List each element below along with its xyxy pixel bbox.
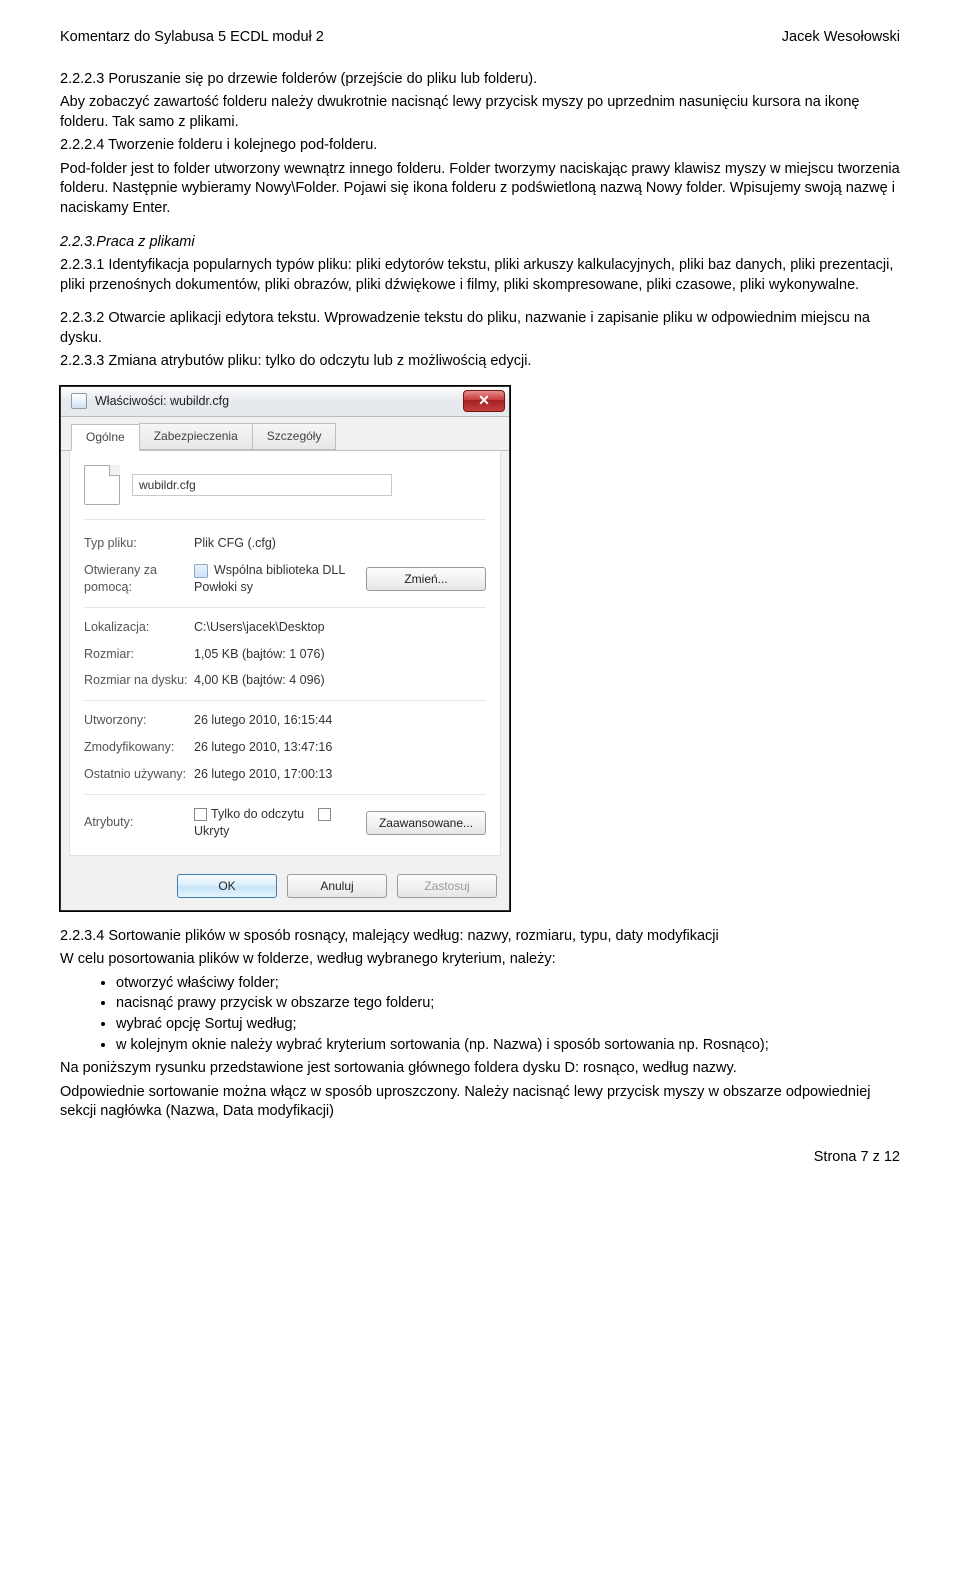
paragraph: 2.2.2.4 Tworzenie folderu i kolejnego po… [60,136,900,156]
value-size: 1,05 KB (bajtów: 1 076) [194,646,486,663]
label-location: Lokalizacja: [84,619,194,636]
advanced-button[interactable]: Zaawansowane... [366,811,486,835]
label-accessed: Ostatnio używany: [84,766,194,783]
attribute-checkboxes: Tylko do odczytu Ukryty [194,806,366,840]
label-created: Utworzony: [84,712,194,729]
value-location: C:\Users\jacek\Desktop [194,619,486,636]
list-item: wybrać opcję Sortuj według; [116,1015,900,1035]
close-button[interactable]: ✕ [463,390,505,412]
dialog-titlebar[interactable]: Właściwości: wubildr.cfg ✕ [61,387,509,417]
page-footer: Strona 7 z 12 [60,1148,900,1168]
list-item: otworzyć właściwy folder; [116,974,900,994]
label-attributes: Atrybuty: [84,814,194,831]
value-size-on-disk: 4,00 KB (bajtów: 4 096) [194,672,486,689]
ok-button[interactable]: OK [177,874,277,898]
tab-strip: Ogólne Zabezpieczenia Szczegóły [61,417,509,451]
paragraph: Na poniższym rysunku przedstawione jest … [60,1059,900,1079]
page-header: Komentarz do Sylabusa 5 ECDL moduł 2 Jac… [60,28,900,48]
filename-input[interactable] [132,474,392,496]
tab-details[interactable]: Szczegóły [252,423,337,450]
paragraph: W celu posortowania plików w folderze, w… [60,950,900,970]
dialog-footer: OK Anuluj Zastosuj [61,864,509,910]
paragraph: 2.2.3.4 Sortowanie plików w sposób rosną… [60,927,900,947]
bullet-list: otworzyć właściwy folder; nacisnąć prawy… [60,974,900,1055]
list-item: w kolejnym oknie należy wybrać kryterium… [116,1036,900,1056]
file-icon [84,465,120,505]
app-icon [194,564,208,578]
label-type: Typ pliku: [84,535,194,552]
close-icon: ✕ [478,391,490,410]
value-type: Plik CFG (.cfg) [194,535,486,552]
checkbox-readonly-label: Tylko do odczytu [211,807,304,821]
doc-author: Jacek Wesołowski [782,28,900,48]
tab-security[interactable]: Zabezpieczenia [139,423,253,450]
value-modified: 26 lutego 2010, 13:47:16 [194,739,486,756]
paragraph: 2.2.3.3 Zmiana atrybutów pliku: tylko do… [60,352,900,372]
change-button[interactable]: Zmień... [366,567,486,591]
label-modified: Zmodyfikowany: [84,739,194,756]
value-created: 26 lutego 2010, 16:15:44 [194,712,486,729]
tab-general[interactable]: Ogólne [71,424,140,451]
paragraph: 2.2.3.2 Otwarcie aplikacji edytora tekst… [60,309,900,348]
dialog-body: Typ pliku: Plik CFG (.cfg) Otwierany za … [69,451,501,856]
paragraph: Odpowiednie sortowanie można włącz w spo… [60,1083,900,1122]
paragraph: 2.2.3.1 Identyfikacja popularnych typów … [60,256,900,295]
cancel-button[interactable]: Anuluj [287,874,387,898]
checkbox-readonly[interactable] [194,808,207,821]
paragraph: Pod-folder jest to folder utworzony wewn… [60,160,900,219]
label-size-on-disk: Rozmiar na dysku: [84,672,194,689]
section-heading: 2.2.3.Praca z plikami [60,233,900,253]
list-item: nacisnąć prawy przycisk w obszarze tego … [116,994,900,1014]
value-opens-with: Wspólna biblioteka DLL Powłoki sy [194,562,366,596]
paragraph: Aby zobaczyć zawartość folderu należy dw… [60,93,900,132]
value-accessed: 26 lutego 2010, 17:00:13 [194,766,486,783]
checkbox-hidden-label: Ukryty [194,824,229,838]
apply-button[interactable]: Zastosuj [397,874,497,898]
label-opens-with: Otwierany za pomocą: [84,562,194,596]
paragraph: 2.2.2.3 Poruszanie się po drzewie folder… [60,70,900,90]
doc-title: Komentarz do Sylabusa 5 ECDL moduł 2 [60,28,324,48]
properties-dialog: Właściwości: wubildr.cfg ✕ Ogólne Zabezp… [60,386,510,911]
label-size: Rozmiar: [84,646,194,663]
dialog-title: Właściwości: wubildr.cfg [95,393,229,410]
dialog-icon [71,393,87,409]
checkbox-hidden[interactable] [318,808,331,821]
